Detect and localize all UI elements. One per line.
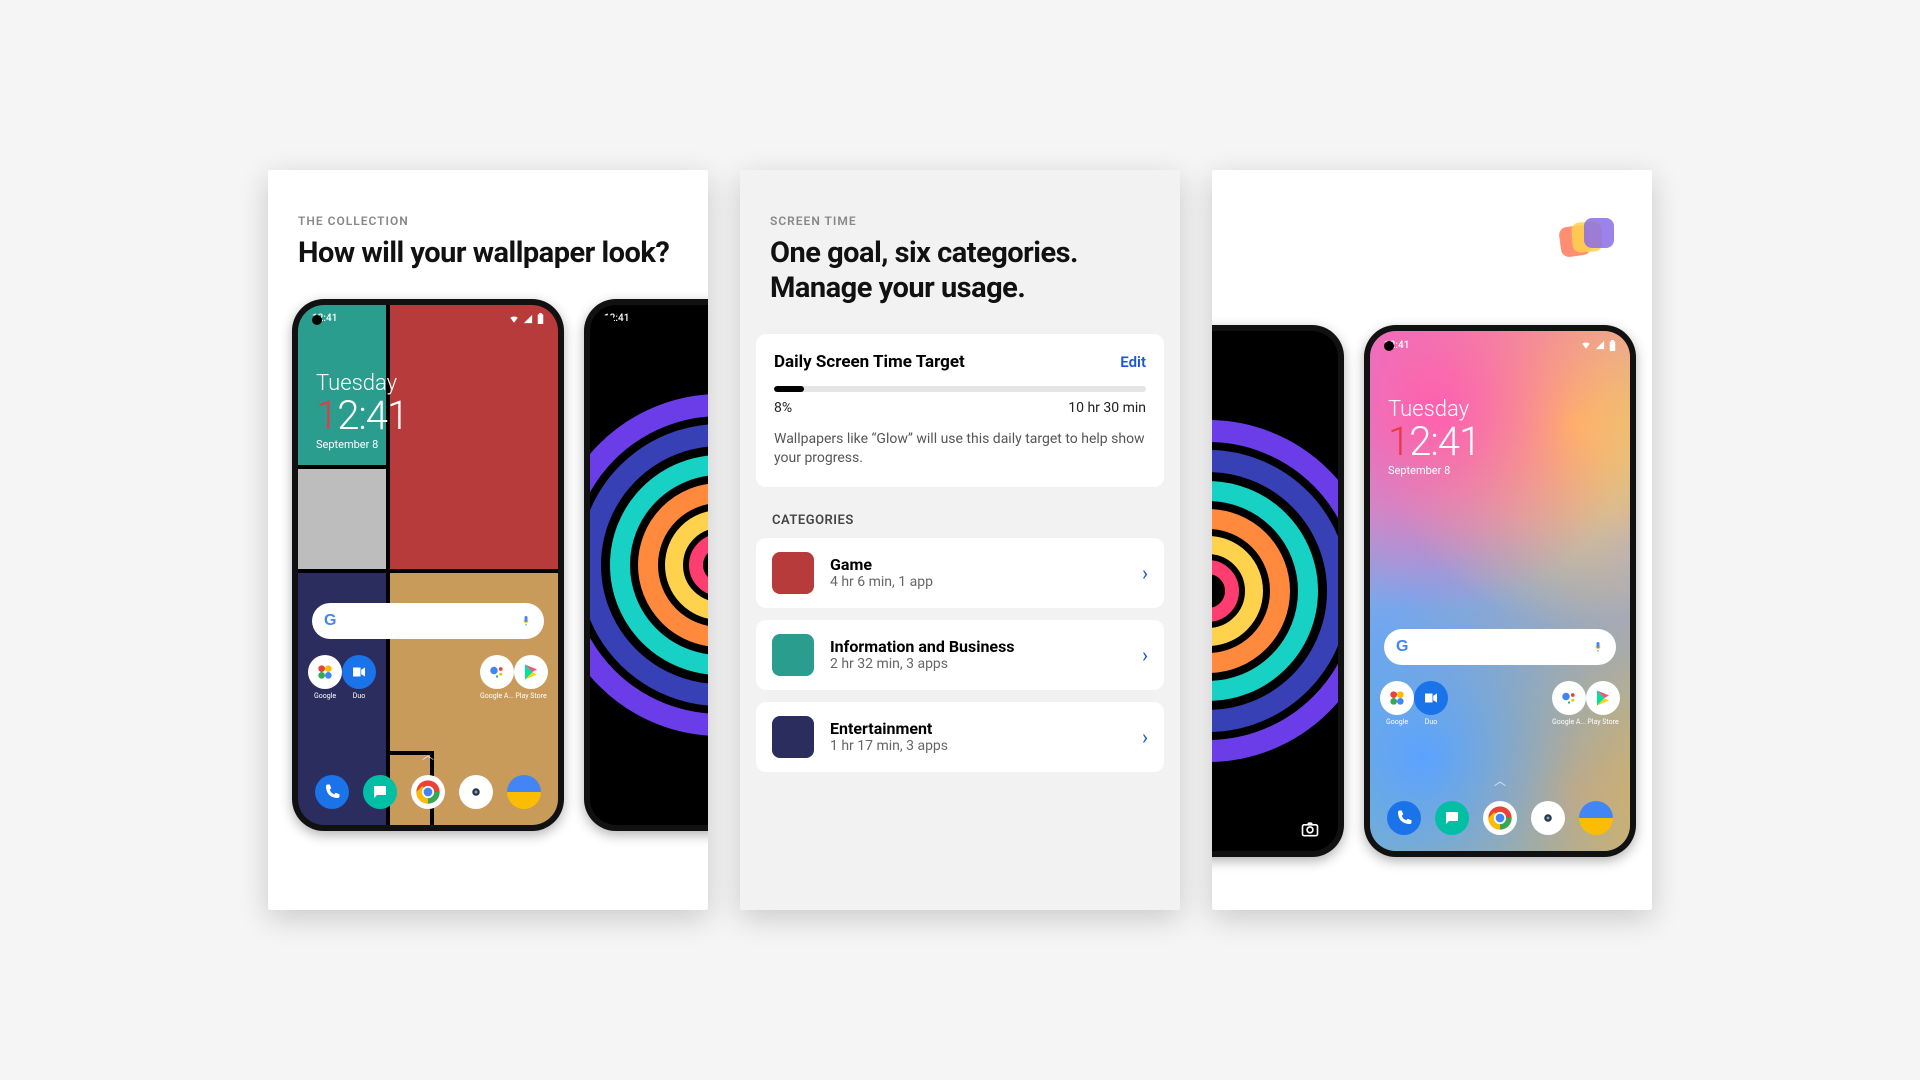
wifi-icon: [1581, 340, 1591, 350]
mic-icon: [520, 613, 532, 629]
signal-icon: [523, 314, 533, 324]
app-messages[interactable]: [363, 775, 397, 809]
panel-screen-time: SCREEN TIME One goal, six categories. Ma…: [740, 170, 1180, 910]
edit-button[interactable]: Edit: [1120, 353, 1146, 371]
clock-time: 12:41: [316, 396, 408, 436]
chevron-up-icon[interactable]: ︿: [1494, 772, 1506, 789]
app-playstore[interactable]: Play Store: [1586, 681, 1620, 726]
phone-glow[interactable]: [1212, 325, 1344, 857]
status-bar: 12:41: [1370, 331, 1630, 355]
phone-gradient[interactable]: 12:41 Tuesday 12:41 September 8 G: [1364, 325, 1636, 857]
target-description: Wallpapers like “Glow” will use this dai…: [774, 430, 1146, 469]
app-phone[interactable]: [315, 775, 349, 809]
app-messages[interactable]: [1435, 801, 1469, 835]
progress-bar: [774, 386, 1146, 392]
category-row[interactable]: Information and Business2 hr 32 min, 3 a…: [756, 620, 1164, 690]
eyebrow: SCREEN TIME: [740, 170, 1180, 236]
app-duo[interactable]: Duo: [342, 655, 376, 700]
phone-row: 12:41 Tuesday 12:41 September 8 G: [268, 299, 708, 831]
panel-collection: THE COLLECTION How will your wallpaper l…: [268, 170, 708, 910]
progress-duration: 10 hr 30 min: [1068, 400, 1146, 416]
target-card: Daily Screen Time Target Edit 8% 10 hr 3…: [756, 334, 1164, 487]
clock-date: September 8: [316, 438, 408, 451]
google-logo-icon: G: [1396, 638, 1408, 656]
category-sub: 2 hr 32 min, 3 apps: [830, 656, 1126, 672]
chevron-right-icon: ›: [1142, 561, 1148, 585]
category-name: Entertainment: [830, 719, 1126, 738]
category-sub: 4 hr 6 min, 1 app: [830, 574, 1126, 590]
app-assistant[interactable]: Google A...: [480, 655, 514, 700]
categories-label: CATEGORIES: [740, 501, 1180, 538]
camera-hole-icon: [312, 315, 322, 325]
google-logo-icon: G: [324, 612, 336, 630]
category-swatch: [772, 716, 814, 758]
glow-wallpaper: [590, 305, 708, 825]
signal-icon: [1595, 340, 1605, 350]
category-swatch: [772, 634, 814, 676]
clock-widget: Tuesday 12:41 September 8: [1388, 397, 1480, 477]
clock-date: September 8: [1388, 464, 1480, 477]
chevron-right-icon: ›: [1142, 643, 1148, 667]
app-camera[interactable]: [459, 775, 493, 809]
app-playstore[interactable]: Play Store: [514, 655, 548, 700]
app-duo[interactable]: Duo: [1414, 681, 1448, 726]
mic-icon: [1592, 639, 1604, 655]
battery-icon: [537, 313, 544, 324]
target-title: Daily Screen Time Target: [774, 352, 965, 372]
glow-wallpaper: [1212, 331, 1338, 851]
app-photos[interactable]: [507, 775, 541, 809]
progress-percent: 8%: [774, 400, 792, 416]
dock: [1370, 801, 1630, 835]
eyebrow: THE COLLECTION: [268, 170, 708, 236]
phone-mondrian[interactable]: 12:41 Tuesday 12:41 September 8 G: [292, 299, 564, 831]
dock: [298, 775, 558, 809]
clock-time: 12:41: [1388, 422, 1480, 462]
category-row[interactable]: Game4 hr 6 min, 1 app ›: [756, 538, 1164, 608]
clock-widget: Tuesday 12:41 September 8: [316, 371, 408, 451]
camera-hole-icon: [604, 315, 614, 325]
app-chrome[interactable]: [411, 775, 445, 809]
app-google[interactable]: Google: [1380, 681, 1414, 726]
battery-icon: [1609, 340, 1616, 351]
app-camera[interactable]: [1531, 801, 1565, 835]
app-photos[interactable]: [1579, 801, 1613, 835]
search-bar[interactable]: G: [312, 603, 544, 639]
app-google[interactable]: Google: [308, 655, 342, 700]
headline: One goal, six categories. Manage your us…: [740, 236, 1180, 334]
app-assistant[interactable]: Google A...: [1552, 681, 1586, 726]
chevron-right-icon: ›: [1142, 725, 1148, 749]
search-bar[interactable]: G: [1384, 629, 1616, 665]
category-swatch: [772, 552, 814, 594]
status-bar: 12:41: [298, 305, 558, 329]
category-sub: 1 hr 17 min, 3 apps: [830, 738, 1126, 754]
app-row: Google Duo Google A... Play Store: [298, 655, 558, 700]
panel-gradient: 12:41 Tuesday 12:41 September 8 G: [1212, 170, 1652, 910]
headline: How will your wallpaper look?: [268, 236, 708, 299]
status-icons: [509, 313, 544, 324]
category-name: Information and Business: [830, 637, 1126, 656]
app-chrome[interactable]: [1483, 801, 1517, 835]
app-phone[interactable]: [1387, 801, 1421, 835]
app-row: Google Duo Google A... Play Store: [1370, 681, 1630, 726]
category-name: Game: [830, 555, 1126, 574]
app-logo-icon: [1556, 214, 1616, 262]
wifi-icon: [509, 314, 519, 324]
camera-hole-icon: [1384, 341, 1394, 351]
chevron-up-icon[interactable]: ︿: [422, 746, 434, 763]
phone-row: 12:41 Tuesday 12:41 September 8 G: [1212, 170, 1652, 857]
camera-icon[interactable]: [1300, 819, 1320, 839]
phone-glow[interactable]: 12:41: [584, 299, 708, 831]
category-row[interactable]: Entertainment1 hr 17 min, 3 apps ›: [756, 702, 1164, 772]
